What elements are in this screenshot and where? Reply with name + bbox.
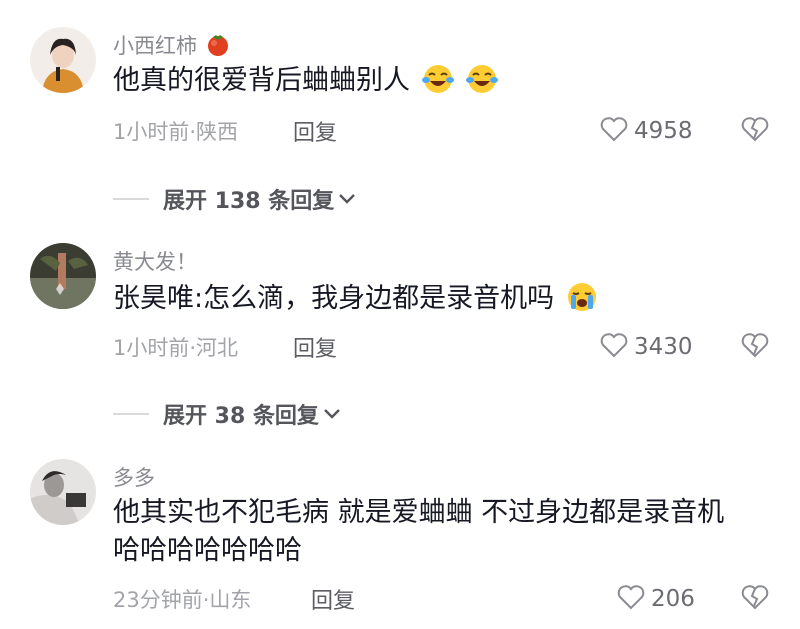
dislike-button[interactable] (741, 116, 769, 146)
like-count: 4958 (634, 118, 693, 144)
broken-heart-icon (741, 333, 769, 362)
username[interactable]: 黄大发！ (113, 246, 197, 276)
sobbing-emoji (565, 281, 599, 324)
like-button[interactable]: 3430 (600, 332, 693, 362)
like-button[interactable]: 206 (617, 584, 695, 614)
expand-replies-label[interactable]: 展开 38 条回复 (163, 398, 319, 430)
divider-line (113, 413, 149, 415)
heart-icon (600, 332, 628, 362)
chevron-down-icon (323, 408, 341, 420)
broken-heart-icon (741, 585, 769, 614)
heart-icon (600, 116, 628, 146)
timestamp-location: 1小时前·陕西 (113, 120, 239, 144)
like-count: 3430 (634, 334, 693, 360)
divider-line (113, 198, 149, 200)
avatar[interactable] (30, 459, 96, 525)
expand-replies[interactable]: 展开 38 条回复 (113, 398, 341, 430)
expand-replies[interactable]: 展开 138 条回复 (113, 183, 356, 215)
crying-laugh-emoji (465, 63, 499, 106)
like-count: 206 (651, 586, 695, 612)
dislike-button[interactable] (741, 332, 769, 362)
username[interactable]: 多多 (113, 462, 155, 492)
expand-replies-label[interactable]: 展开 138 条回复 (163, 183, 334, 215)
avatar[interactable] (30, 243, 96, 309)
comment-text: 他真的很爱背后蛐蛐别人 (113, 62, 773, 106)
tomato-icon (204, 31, 232, 62)
broken-heart-icon (741, 117, 769, 146)
comment-text: 张昊唯:怎么滴，我身边都是录音机吗 (113, 280, 773, 324)
comment-text: 他其实也不犯毛病 就是爱蛐蛐 不过身边都是录音机 哈哈哈哈哈哈哈 (113, 497, 725, 566)
avatar[interactable] (30, 27, 96, 93)
reply-button[interactable]: 回复 (311, 583, 355, 615)
timestamp-location: 23分钟前·山东 (113, 588, 252, 612)
username[interactable]: 小西红柿 (113, 30, 232, 62)
chevron-down-icon (338, 193, 356, 205)
heart-icon (617, 584, 645, 614)
crying-laugh-emoji (421, 63, 455, 106)
reply-button[interactable]: 回复 (293, 331, 337, 363)
dislike-button[interactable] (741, 584, 769, 614)
like-button[interactable]: 4958 (600, 116, 693, 146)
reply-button[interactable]: 回复 (293, 115, 337, 147)
timestamp-location: 1小时前·河北 (113, 336, 239, 360)
